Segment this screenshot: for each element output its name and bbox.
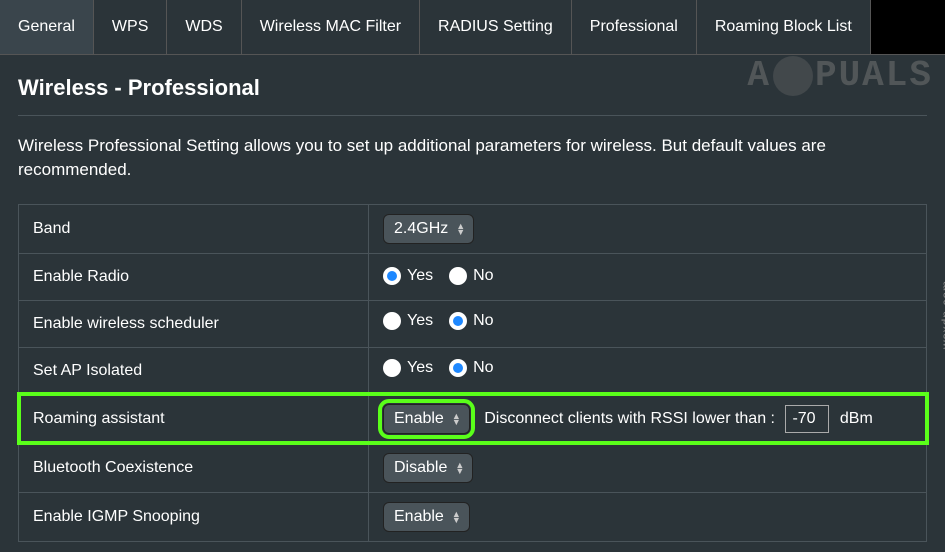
settings-table: Band 2.4GHz ▲▼ Enable Radio Yes No <box>18 204 927 542</box>
updown-icon: ▲▼ <box>455 462 464 474</box>
row-bluetooth: Bluetooth Coexistence Disable ▲▼ <box>19 443 927 492</box>
radio-scheduler-no[interactable] <box>449 312 467 330</box>
radio-scheduler-yes[interactable] <box>383 312 401 330</box>
radio-label-no: No <box>473 312 493 330</box>
select-band-value: 2.4GHz <box>394 220 448 238</box>
radio-group-enable-radio: Yes No <box>383 267 506 285</box>
updown-icon: ▲▼ <box>456 223 465 235</box>
roaming-hint: Disconnect clients with RSSI lower than … <box>484 410 775 427</box>
label-bluetooth: Bluetooth Coexistence <box>19 443 369 492</box>
select-roaming[interactable]: Enable ▲▼ <box>383 404 470 434</box>
label-roaming-assistant: Roaming assistant <box>19 394 369 443</box>
tab-roaming-block[interactable]: Roaming Block List <box>697 0 871 54</box>
source-label: wsxdn.com <box>939 280 945 349</box>
rssi-unit: dBm <box>840 410 873 427</box>
select-roaming-value: Enable <box>394 410 444 428</box>
radio-enable-radio-no[interactable] <box>449 267 467 285</box>
radio-label-no: No <box>473 267 493 285</box>
tab-mac-filter[interactable]: Wireless MAC Filter <box>242 0 420 54</box>
page-description: Wireless Professional Setting allows you… <box>18 134 927 182</box>
select-igmp[interactable]: Enable ▲▼ <box>383 502 470 532</box>
page-title: Wireless - Professional <box>18 75 927 116</box>
tab-radius[interactable]: RADIUS Setting <box>420 0 572 54</box>
updown-icon: ▲▼ <box>452 413 461 425</box>
label-band: Band <box>19 204 369 253</box>
radio-label-yes: Yes <box>407 267 433 285</box>
input-rssi[interactable]: -70 <box>785 405 829 433</box>
radio-group-ap-isolated: Yes No <box>383 359 506 377</box>
label-ap-isolated: Set AP Isolated <box>19 347 369 394</box>
select-bluetooth[interactable]: Disable ▲▼ <box>383 453 473 483</box>
tab-professional[interactable]: Professional <box>572 0 697 54</box>
row-enable-radio: Enable Radio Yes No <box>19 253 927 300</box>
updown-icon: ▲▼ <box>452 511 461 523</box>
tab-bar: General WPS WDS Wireless MAC Filter RADI… <box>0 0 945 55</box>
tab-wds[interactable]: WDS <box>167 0 241 54</box>
radio-label-yes: Yes <box>407 359 433 377</box>
label-enable-scheduler: Enable wireless scheduler <box>19 300 369 347</box>
radio-ap-isolated-yes[interactable] <box>383 359 401 377</box>
row-igmp: Enable IGMP Snooping Enable ▲▼ <box>19 492 927 541</box>
tab-general[interactable]: General <box>0 0 94 54</box>
row-roaming-assistant: Roaming assistant Enable ▲▼ Disconnect c… <box>19 394 927 443</box>
row-ap-isolated: Set AP Isolated Yes No <box>19 347 927 394</box>
tab-spacer <box>871 0 945 54</box>
row-enable-scheduler: Enable wireless scheduler Yes No <box>19 300 927 347</box>
radio-label-yes: Yes <box>407 312 433 330</box>
label-igmp: Enable IGMP Snooping <box>19 492 369 541</box>
select-igmp-value: Enable <box>394 508 444 526</box>
label-enable-radio: Enable Radio <box>19 253 369 300</box>
radio-ap-isolated-no[interactable] <box>449 359 467 377</box>
row-band: Band 2.4GHz ▲▼ <box>19 204 927 253</box>
radio-group-scheduler: Yes No <box>383 312 506 330</box>
tab-wps[interactable]: WPS <box>94 0 167 54</box>
select-bluetooth-value: Disable <box>394 459 447 477</box>
select-band[interactable]: 2.4GHz ▲▼ <box>383 214 474 244</box>
radio-enable-radio-yes[interactable] <box>383 267 401 285</box>
radio-label-no: No <box>473 359 493 377</box>
